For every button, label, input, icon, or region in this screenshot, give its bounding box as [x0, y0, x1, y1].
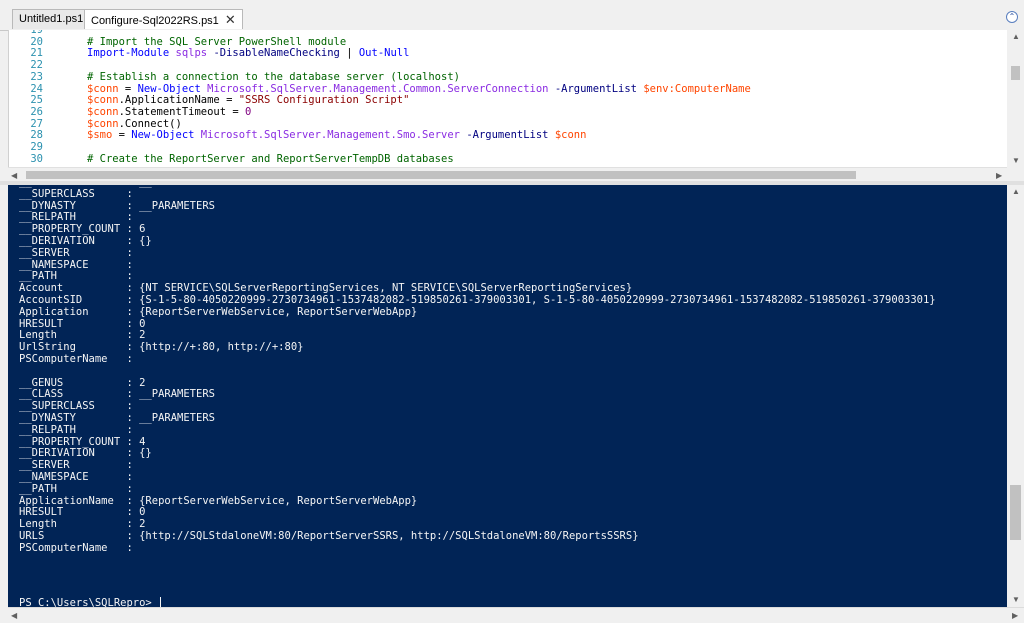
console-line: __RELPATH :	[19, 423, 133, 436]
code-token: sqlps	[169, 47, 214, 60]
editor-horizontal-scrollbar[interactable]: ◀ ▶	[8, 167, 1007, 182]
console-line: AccountSID : {S-1-5-80-4050220999-273073…	[19, 293, 936, 306]
line-number: 26	[30, 105, 43, 118]
scroll-up-arrow-icon[interactable]: ▲	[1012, 32, 1020, 41]
scroll-up-arrow-icon[interactable]: ▲	[1012, 187, 1020, 196]
code-token: Import-Module	[87, 47, 170, 60]
console-line: __DYNASTY : __PARAMETERS	[19, 411, 215, 424]
code-token: $conn	[87, 94, 119, 107]
console-line: __PROPERTY_COUNT : 6	[19, 223, 146, 236]
console-line: PSComputerName :	[19, 541, 133, 554]
chevron-up-circle-icon[interactable]: ⌃	[1006, 11, 1018, 23]
tab-label: Untitled1.ps1	[19, 13, 84, 25]
scrollbar-thumb[interactable]	[1011, 66, 1020, 80]
scroll-left-arrow-icon[interactable]: ◀	[11, 171, 17, 180]
console-line: __PROPERTY_COUNT : 4	[19, 435, 146, 448]
console-line: HRESULT : 0	[19, 317, 146, 330]
line-number: 25	[30, 94, 43, 107]
scroll-right-arrow-icon[interactable]: ▶	[996, 171, 1002, 180]
code-token: 0	[245, 105, 252, 118]
tab-configure-sql2022rs[interactable]: Configure-Sql2022RS.ps1 ✕	[84, 9, 243, 29]
console-line: __CLASS : __PARAMETERS	[19, 388, 215, 401]
console-pane[interactable]: __CLASS : __PARAMETERS__SUPERCLASS :__DY…	[8, 185, 1007, 607]
code-token: =	[112, 129, 132, 142]
code-token: # Import the SQL Server PowerShell modul…	[87, 35, 347, 48]
console-line: __NAMESPACE :	[19, 470, 133, 483]
script-editor[interactable]: 19 20 # Import the SQL Server PowerShell …	[8, 30, 1008, 167]
code-token: $env:ComputerName	[643, 82, 751, 95]
code-token: -ArgumentList	[466, 129, 549, 142]
tab-label: Configure-Sql2022RS.ps1	[91, 15, 219, 27]
line-number: 22	[30, 59, 43, 72]
code-token: Microsoft.SqlServer.Management.Smo.Serve…	[194, 129, 467, 142]
line-number: 28	[30, 129, 43, 142]
line-number: 24	[30, 82, 43, 95]
line-number: 30	[30, 152, 43, 165]
text-caret	[160, 597, 162, 607]
line-number: 29	[30, 141, 43, 154]
console-line: ApplicationName : {ReportServerWebServic…	[19, 494, 418, 507]
code-token: -ArgumentList	[554, 82, 637, 95]
console-line: HRESULT : 0	[19, 506, 146, 519]
tab-strip: Untitled1.ps1 Configure-Sql2022RS.ps1 ✕ ⌃	[0, 0, 1024, 31]
code-token: $conn	[87, 82, 119, 95]
console-line: __SERVER :	[19, 246, 133, 259]
code-token: .Connect()	[118, 117, 182, 130]
code-token: # Create the ReportServer and ReportServ…	[87, 152, 454, 165]
scrollbar-thumb[interactable]	[26, 171, 856, 179]
line-number: 23	[30, 70, 43, 83]
code-token: Microsoft.SqlServer.Management.Common.Se…	[200, 82, 555, 95]
console-line: __NAMESPACE :	[19, 258, 133, 271]
line-number: 20	[30, 35, 43, 48]
code-line[interactable]: 21 Import-Module sqlps -DisableNameChecki…	[9, 48, 751, 60]
code-token: .ApplicationName =	[118, 94, 239, 107]
tab-untitled1[interactable]: Untitled1.ps1	[12, 9, 91, 29]
code-lines: 19 20 # Import the SQL Server PowerShell …	[9, 30, 751, 166]
scroll-left-arrow-icon[interactable]: ◀	[11, 611, 17, 620]
code-token: $conn	[554, 129, 587, 142]
line-number: 19	[30, 30, 43, 36]
scrollbar-thumb[interactable]	[1010, 485, 1021, 540]
code-token: # Establish a connection to the database…	[87, 70, 460, 83]
code-token: $conn	[87, 105, 119, 118]
line-number: 27	[30, 117, 43, 130]
console-horizontal-scrollbar[interactable]: ◀ ▶	[8, 607, 1024, 623]
code-token: "SSRS Configuration Script"	[238, 94, 410, 107]
prompt-text: PS C:\Users\SQLRepro>	[19, 597, 159, 607]
console-line: __SERVER :	[19, 459, 133, 472]
console-line: __RELPATH :	[19, 211, 133, 224]
console-line: __PATH :	[19, 482, 133, 495]
line-number: 21	[30, 47, 43, 60]
code-line[interactable]: 28 $smo = New-Object Microsoft.SqlServer.…	[9, 129, 751, 142]
console-line: __SUPERCLASS :	[19, 187, 133, 200]
code-token: .StatementTimeout =	[118, 105, 246, 118]
console-line: URLS : {http://SQLStdaloneVM:80/ReportSe…	[19, 529, 639, 542]
code-token: -DisableNameChecking	[213, 47, 340, 60]
code-token: Out-Null	[358, 47, 410, 60]
code-token: New-Object	[137, 82, 201, 95]
code-token: $smo	[87, 129, 113, 142]
code-token: |	[339, 47, 359, 60]
console-prompt[interactable]: PS C:\Users\SQLRepro>	[19, 597, 162, 607]
scroll-right-arrow-icon[interactable]: ▶	[1012, 611, 1018, 620]
code-token: New-Object	[131, 129, 195, 142]
console-vertical-scrollbar[interactable]: ▲ ▼	[1007, 185, 1024, 607]
code-token: =	[118, 82, 138, 95]
code-line[interactable]: 30 # Create the ReportServer and ReportSe…	[9, 152, 751, 166]
console-line: __DYNASTY : __PARAMETERS	[19, 199, 215, 212]
console-line: Application : {ReportServerWebService, R…	[19, 305, 418, 318]
console-output: __CLASS : __PARAMETERS__SUPERCLASS :__DY…	[19, 185, 936, 555]
scroll-down-arrow-icon[interactable]: ▼	[1012, 595, 1020, 604]
console-line: PSComputerName :	[19, 352, 133, 365]
code-token: $conn	[87, 117, 119, 130]
console-line: __DERIVATION : {}	[19, 447, 152, 460]
console-line: UrlString : {http://+:80, http://+:80}	[19, 341, 304, 354]
close-icon[interactable]: ✕	[225, 12, 236, 27]
scroll-down-arrow-icon[interactable]: ▼	[1012, 156, 1020, 165]
console-line: __DERIVATION : {}	[19, 234, 152, 247]
editor-vertical-scrollbar[interactable]: ▲ ▼	[1007, 30, 1024, 167]
